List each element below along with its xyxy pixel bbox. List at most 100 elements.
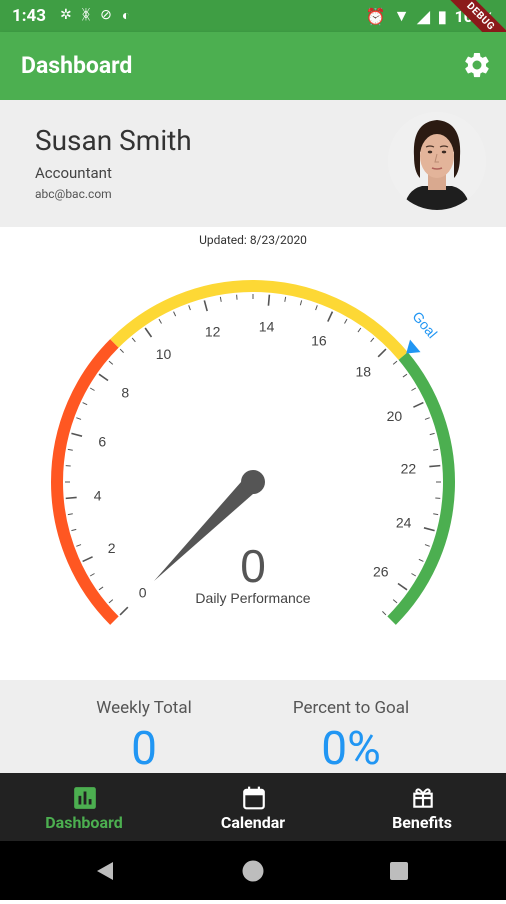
gauge-tick <box>71 433 82 436</box>
percent-to-goal-value: 0% <box>261 722 441 776</box>
settings-button[interactable] <box>462 50 492 80</box>
gauge-tick <box>413 403 423 408</box>
avatar <box>388 112 486 210</box>
gauge-tick <box>68 514 73 515</box>
gauge-tick <box>425 418 430 420</box>
gauge-tick-label: 12 <box>205 323 221 339</box>
gauge-tick <box>316 305 318 310</box>
gauge-tick <box>285 297 286 302</box>
gauge-tick <box>83 403 88 405</box>
back-button[interactable] <box>97 862 113 880</box>
gauge-tick <box>268 295 269 306</box>
gauge-tick-label: 8 <box>121 385 129 401</box>
performance-gauge: 02468101214161820222426Goal0Daily Perfor… <box>0 240 506 680</box>
bar-chart-icon <box>72 785 98 811</box>
weekly-total-value: 0 <box>54 722 234 776</box>
gauge-tick <box>425 545 430 547</box>
slack-icon: ✲ <box>60 7 72 24</box>
gauge-tick-label: 14 <box>259 319 275 335</box>
nav-dashboard[interactable]: Dashboard <box>0 773 168 841</box>
gauge-tick <box>382 611 386 615</box>
gauge-tick <box>419 559 424 561</box>
sync-icon: ◐ <box>122 7 130 24</box>
profile-name: Susan Smith <box>35 124 192 157</box>
gauge-tick <box>429 466 440 467</box>
gauge-tick <box>300 300 301 305</box>
gauge-tick <box>403 374 407 377</box>
gauge-tick <box>411 388 415 391</box>
gauge-tick <box>145 328 151 337</box>
gauge-tick <box>76 418 81 420</box>
gauge-tick <box>99 374 108 380</box>
gauge-tick <box>66 497 77 498</box>
gauge-tick <box>220 297 221 302</box>
butterfly-icon: ᛤ <box>82 7 90 24</box>
gauge-tick-label: 22 <box>401 460 417 476</box>
gauge-label: Daily Performance <box>195 590 310 606</box>
app-bar: Dashboard <box>0 32 506 100</box>
home-button[interactable] <box>243 861 264 882</box>
gauge-tick <box>109 600 113 603</box>
gauge-tick <box>424 528 435 531</box>
gauge-tick <box>76 545 81 547</box>
goal-label: Goal <box>409 308 440 341</box>
gauge-tick <box>83 557 93 562</box>
gauge-tick <box>433 449 438 450</box>
status-bar: 1:43 ✲ ᛤ ⊘ ◐ ⏰ ▼ ◢ ▮ 100% DEBUG <box>0 0 506 32</box>
gauge-tick <box>358 328 361 332</box>
home-icon <box>243 861 264 882</box>
gauge-tick <box>90 574 94 577</box>
back-icon <box>97 862 113 880</box>
gauge-tick-label: 20 <box>387 408 403 424</box>
gauge-tick-label: 16 <box>311 333 327 349</box>
gauge-tick <box>68 449 73 450</box>
gauge-tick <box>430 433 435 434</box>
recents-icon <box>390 862 408 880</box>
gauge-tick <box>71 529 76 530</box>
percent-to-goal-label: Percent to Goal <box>261 698 441 718</box>
system-nav-buttons <box>0 841 506 900</box>
gauge-tick-label: 24 <box>396 514 412 530</box>
app-title: Dashboard <box>21 52 132 79</box>
profile-card: Susan Smith Accountant abc@bac.com <box>0 100 506 227</box>
gauge-tick <box>132 338 135 342</box>
avatar-portrait <box>388 112 486 210</box>
nav-calendar[interactable]: Calendar <box>169 773 337 841</box>
gauge-tick <box>204 300 207 311</box>
gauge-value: 0 <box>240 540 266 592</box>
battery-icon: ▮ <box>438 7 447 26</box>
signal-icon: ◢ <box>418 7 430 26</box>
alarm-icon: ⏰ <box>366 7 386 26</box>
nav-dashboard-label: Dashboard <box>0 813 168 832</box>
gauge-tick <box>99 587 103 590</box>
gauge-tick-label: 6 <box>98 434 106 450</box>
totals-panel: Weekly Total 0 Percent to Goal 0% <box>0 680 506 775</box>
gauge-band-green <box>392 356 449 621</box>
nav-benefits-label: Benefits <box>338 813 506 832</box>
gauge-tick-label: 4 <box>94 488 102 504</box>
profile-role: Accountant <box>35 164 112 182</box>
gauge-tick <box>398 584 407 590</box>
gauge-tick-label: 10 <box>156 346 172 362</box>
bottom-navigation: Dashboard Calendar Benefits <box>0 773 506 841</box>
gauge-tick <box>328 312 333 322</box>
gauge-tick <box>371 338 374 342</box>
gauge-tick-label: 18 <box>356 364 372 380</box>
gear-icon <box>462 50 492 80</box>
recents-button[interactable] <box>390 862 408 880</box>
system-navigation-bar <box>0 841 506 900</box>
gauge-tick <box>393 600 397 603</box>
gauge-tick-label: 2 <box>108 540 116 556</box>
gauge-tick <box>378 349 386 357</box>
weekly-total-label: Weekly Total <box>54 698 234 718</box>
nav-benefits[interactable]: Benefits <box>338 773 506 841</box>
nav-calendar-label: Calendar <box>169 813 337 832</box>
disabled-icon: ⊘ <box>100 7 112 24</box>
gauge-tick <box>159 319 162 323</box>
gauge-tick <box>393 361 397 364</box>
status-time: 1:43 <box>12 6 46 26</box>
gauge-tick-label: 0 <box>139 584 147 600</box>
gauge-tick <box>345 319 348 323</box>
gauge-needle-hub <box>241 470 265 494</box>
profile-email: abc@bac.com <box>35 187 112 201</box>
